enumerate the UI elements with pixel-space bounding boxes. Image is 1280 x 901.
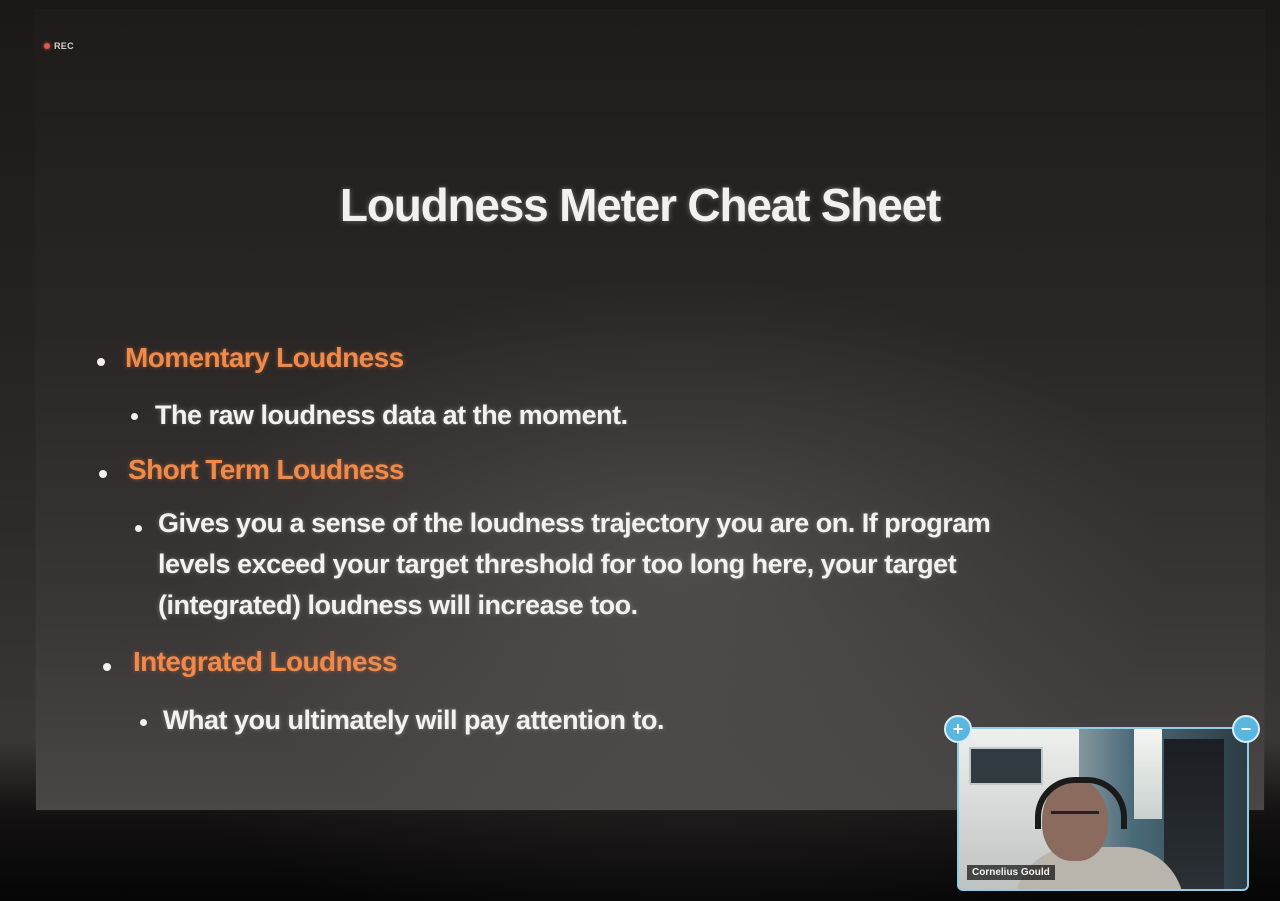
item-detail-short-term-line1: Gives you a sense of the loudness trajec… [158,508,991,538]
bullet-icon [140,719,147,726]
bullet-icon [99,470,107,478]
item-heading-momentary: Momentary Loudness [125,342,404,373]
video-background [1164,739,1224,889]
item-detail-momentary: The raw loudness data at the moment. [155,400,628,430]
item-heading-integrated: Integrated Loudness [133,646,398,677]
participant-video-tile[interactable]: Cornelius Gould [957,727,1249,891]
item-detail-short-term-line2: levels exceed your target threshold for … [158,549,957,579]
recording-dot-icon [44,43,50,49]
bullet-icon [131,413,138,420]
item-detail-integrated: What you ultimately will pay attention t… [163,705,665,735]
item-heading-short-term: Short Term Loudness [128,454,404,485]
plus-icon: + [952,719,964,739]
recording-label: REC [54,41,74,51]
video-background [969,747,1043,785]
recording-indicator: REC [44,41,74,51]
glasses-icon [1051,811,1099,824]
video-background [1134,729,1162,819]
item-detail-short-term-line3: (integrated) loudness will increase too. [158,590,638,620]
slide-title: Loudness Meter Cheat Sheet [339,179,941,231]
bullet-icon [103,663,111,671]
bullet-icon [135,525,142,532]
collapse-tile-button[interactable]: − [1232,715,1260,743]
minus-icon: − [1240,719,1252,739]
participant-name: Cornelius Gould [967,865,1055,880]
expand-tile-button[interactable]: + [944,715,972,743]
bullet-icon [97,358,105,366]
